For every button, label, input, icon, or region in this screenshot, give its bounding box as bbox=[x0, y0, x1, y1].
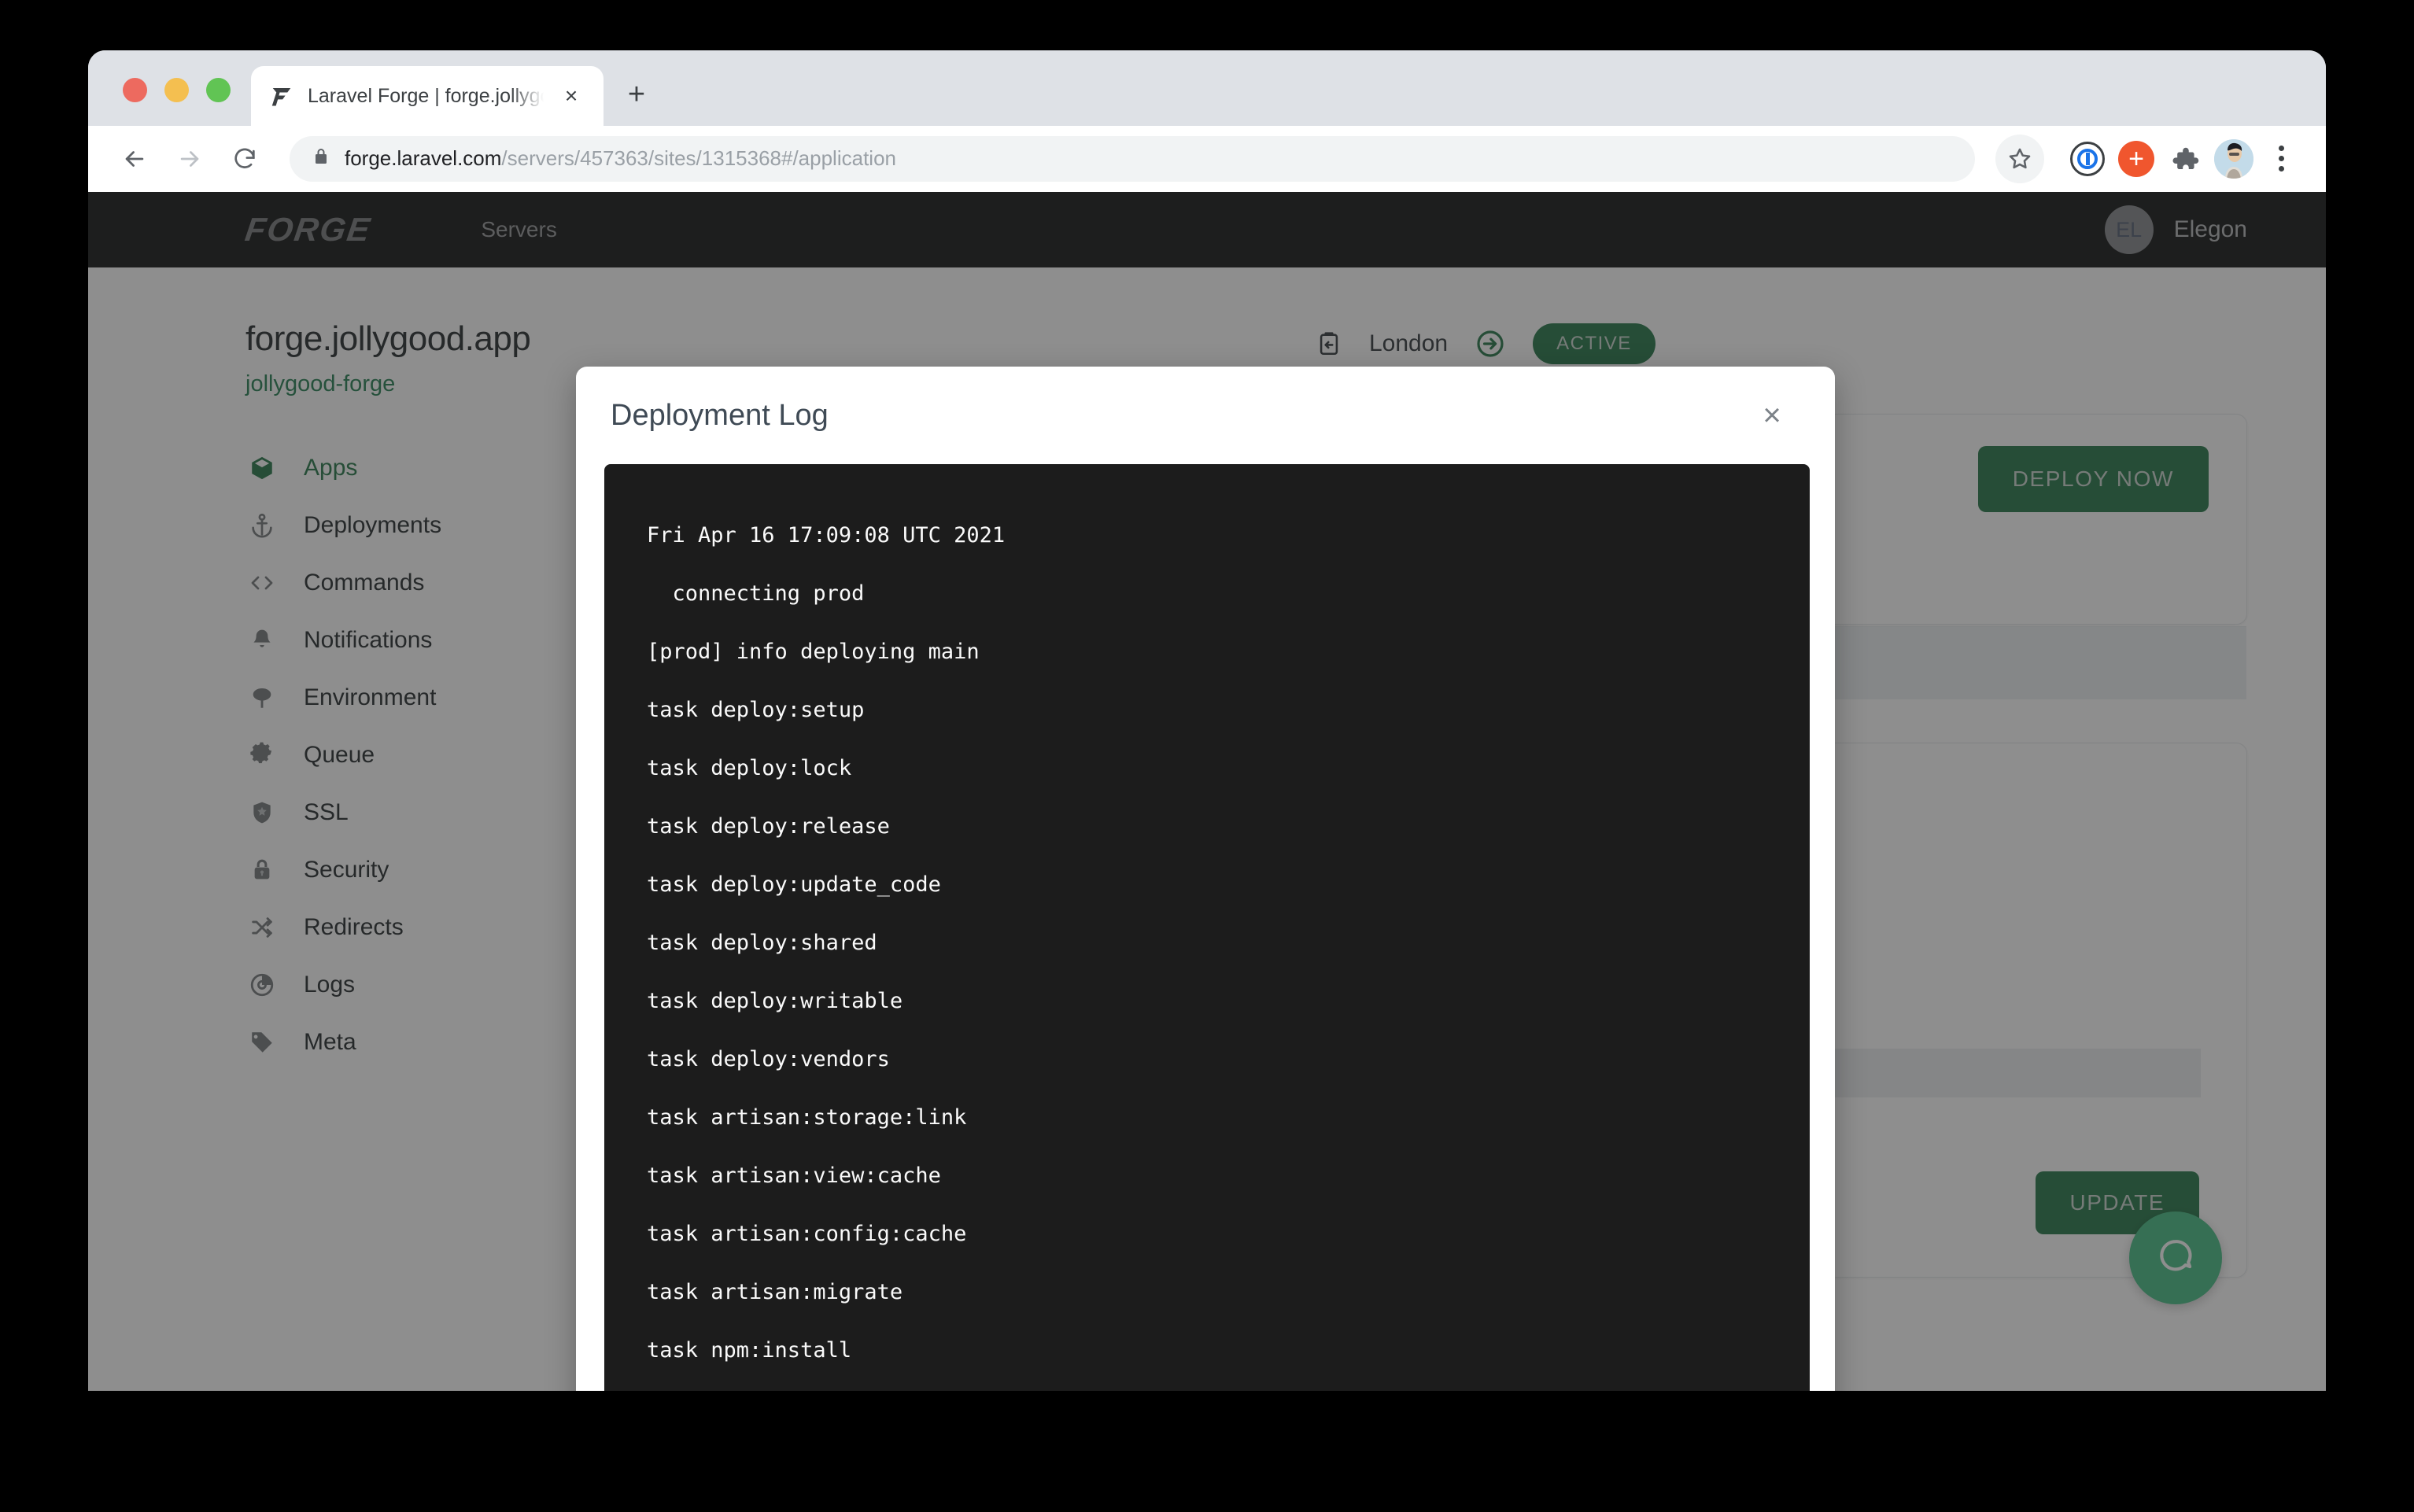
log-line: connecting prod bbox=[647, 581, 865, 606]
browser-tab-title: Laravel Forge | forge.jollygood.app bbox=[308, 84, 544, 107]
new-tab-button[interactable]: + bbox=[615, 72, 659, 116]
browser-tab[interactable]: Laravel Forge | forge.jollygood.app × bbox=[251, 66, 604, 126]
profile-avatar-icon[interactable] bbox=[2213, 138, 2255, 180]
deployment-log-modal: Deployment Log × Fri Apr 16 17:09:08 UTC… bbox=[576, 367, 1835, 1391]
onepassword-icon[interactable] bbox=[2066, 138, 2109, 180]
puzzle-extensions-icon[interactable] bbox=[2164, 138, 2206, 180]
modal-header: Deployment Log × bbox=[576, 367, 1835, 464]
log-line: task artisan:config:cache bbox=[647, 1221, 967, 1246]
address-bar-host: forge.laravel.com bbox=[345, 146, 502, 170]
close-icon[interactable]: × bbox=[556, 81, 586, 111]
log-line: task deploy:vendors bbox=[647, 1046, 890, 1071]
log-line: task artisan:storage:link bbox=[647, 1104, 967, 1130]
forward-arrow-icon[interactable] bbox=[165, 135, 214, 183]
log-line: task deploy:setup bbox=[647, 697, 865, 722]
reload-icon[interactable] bbox=[220, 135, 269, 183]
log-line: task artisan:view:cache bbox=[647, 1163, 941, 1188]
laravel-forge-icon bbox=[268, 83, 295, 109]
maximize-window-button[interactable] bbox=[206, 78, 231, 102]
modal-title: Deployment Log bbox=[611, 398, 829, 432]
browser-tab-strip: Laravel Forge | forge.jollygood.app × + bbox=[88, 50, 2326, 126]
lock-icon bbox=[312, 147, 330, 170]
three-dot-menu-icon[interactable] bbox=[2261, 138, 2301, 180]
log-line: task artisan:migrate bbox=[647, 1279, 903, 1304]
close-icon[interactable]: × bbox=[1750, 393, 1794, 437]
add-extension-icon[interactable]: + bbox=[2115, 138, 2157, 180]
star-icon[interactable] bbox=[1995, 134, 2044, 183]
browser-toolbar: forge.laravel.com/servers/457363/sites/1… bbox=[88, 126, 2326, 192]
address-bar-path: /servers/457363/sites/1315368#/applicati… bbox=[501, 146, 896, 170]
window-traffic-lights bbox=[88, 78, 251, 126]
log-line: task deploy:lock bbox=[647, 755, 852, 780]
page-viewport: FORGE Servers EL Elegon forge.jollygood.… bbox=[88, 192, 2326, 1391]
minimize-window-button[interactable] bbox=[164, 78, 189, 102]
deployment-log-lines: Fri Apr 16 17:09:08 UTC 2021 connecting … bbox=[647, 507, 1767, 1380]
address-bar[interactable]: forge.laravel.com/servers/457363/sites/1… bbox=[290, 135, 1975, 182]
back-arrow-icon[interactable] bbox=[110, 135, 159, 183]
modal-body: Fri Apr 16 17:09:08 UTC 2021 connecting … bbox=[576, 464, 1835, 1391]
log-line: task deploy:shared bbox=[647, 930, 877, 955]
log-line: Fri Apr 16 17:09:08 UTC 2021 bbox=[647, 523, 1006, 548]
browser-window: Laravel Forge | forge.jollygood.app × + … bbox=[88, 50, 2326, 1391]
log-line: task deploy:writable bbox=[647, 988, 903, 1013]
close-window-button[interactable] bbox=[123, 78, 147, 102]
log-line: task deploy:update_code bbox=[647, 872, 941, 897]
deployment-log-console[interactable]: Fri Apr 16 17:09:08 UTC 2021 connecting … bbox=[604, 464, 1810, 1391]
log-line: task npm:install bbox=[647, 1337, 852, 1363]
address-bar-url: forge.laravel.com/servers/457363/sites/1… bbox=[345, 146, 896, 171]
log-line: task deploy:release bbox=[647, 813, 890, 839]
log-line: [prod] info deploying main bbox=[647, 639, 980, 664]
